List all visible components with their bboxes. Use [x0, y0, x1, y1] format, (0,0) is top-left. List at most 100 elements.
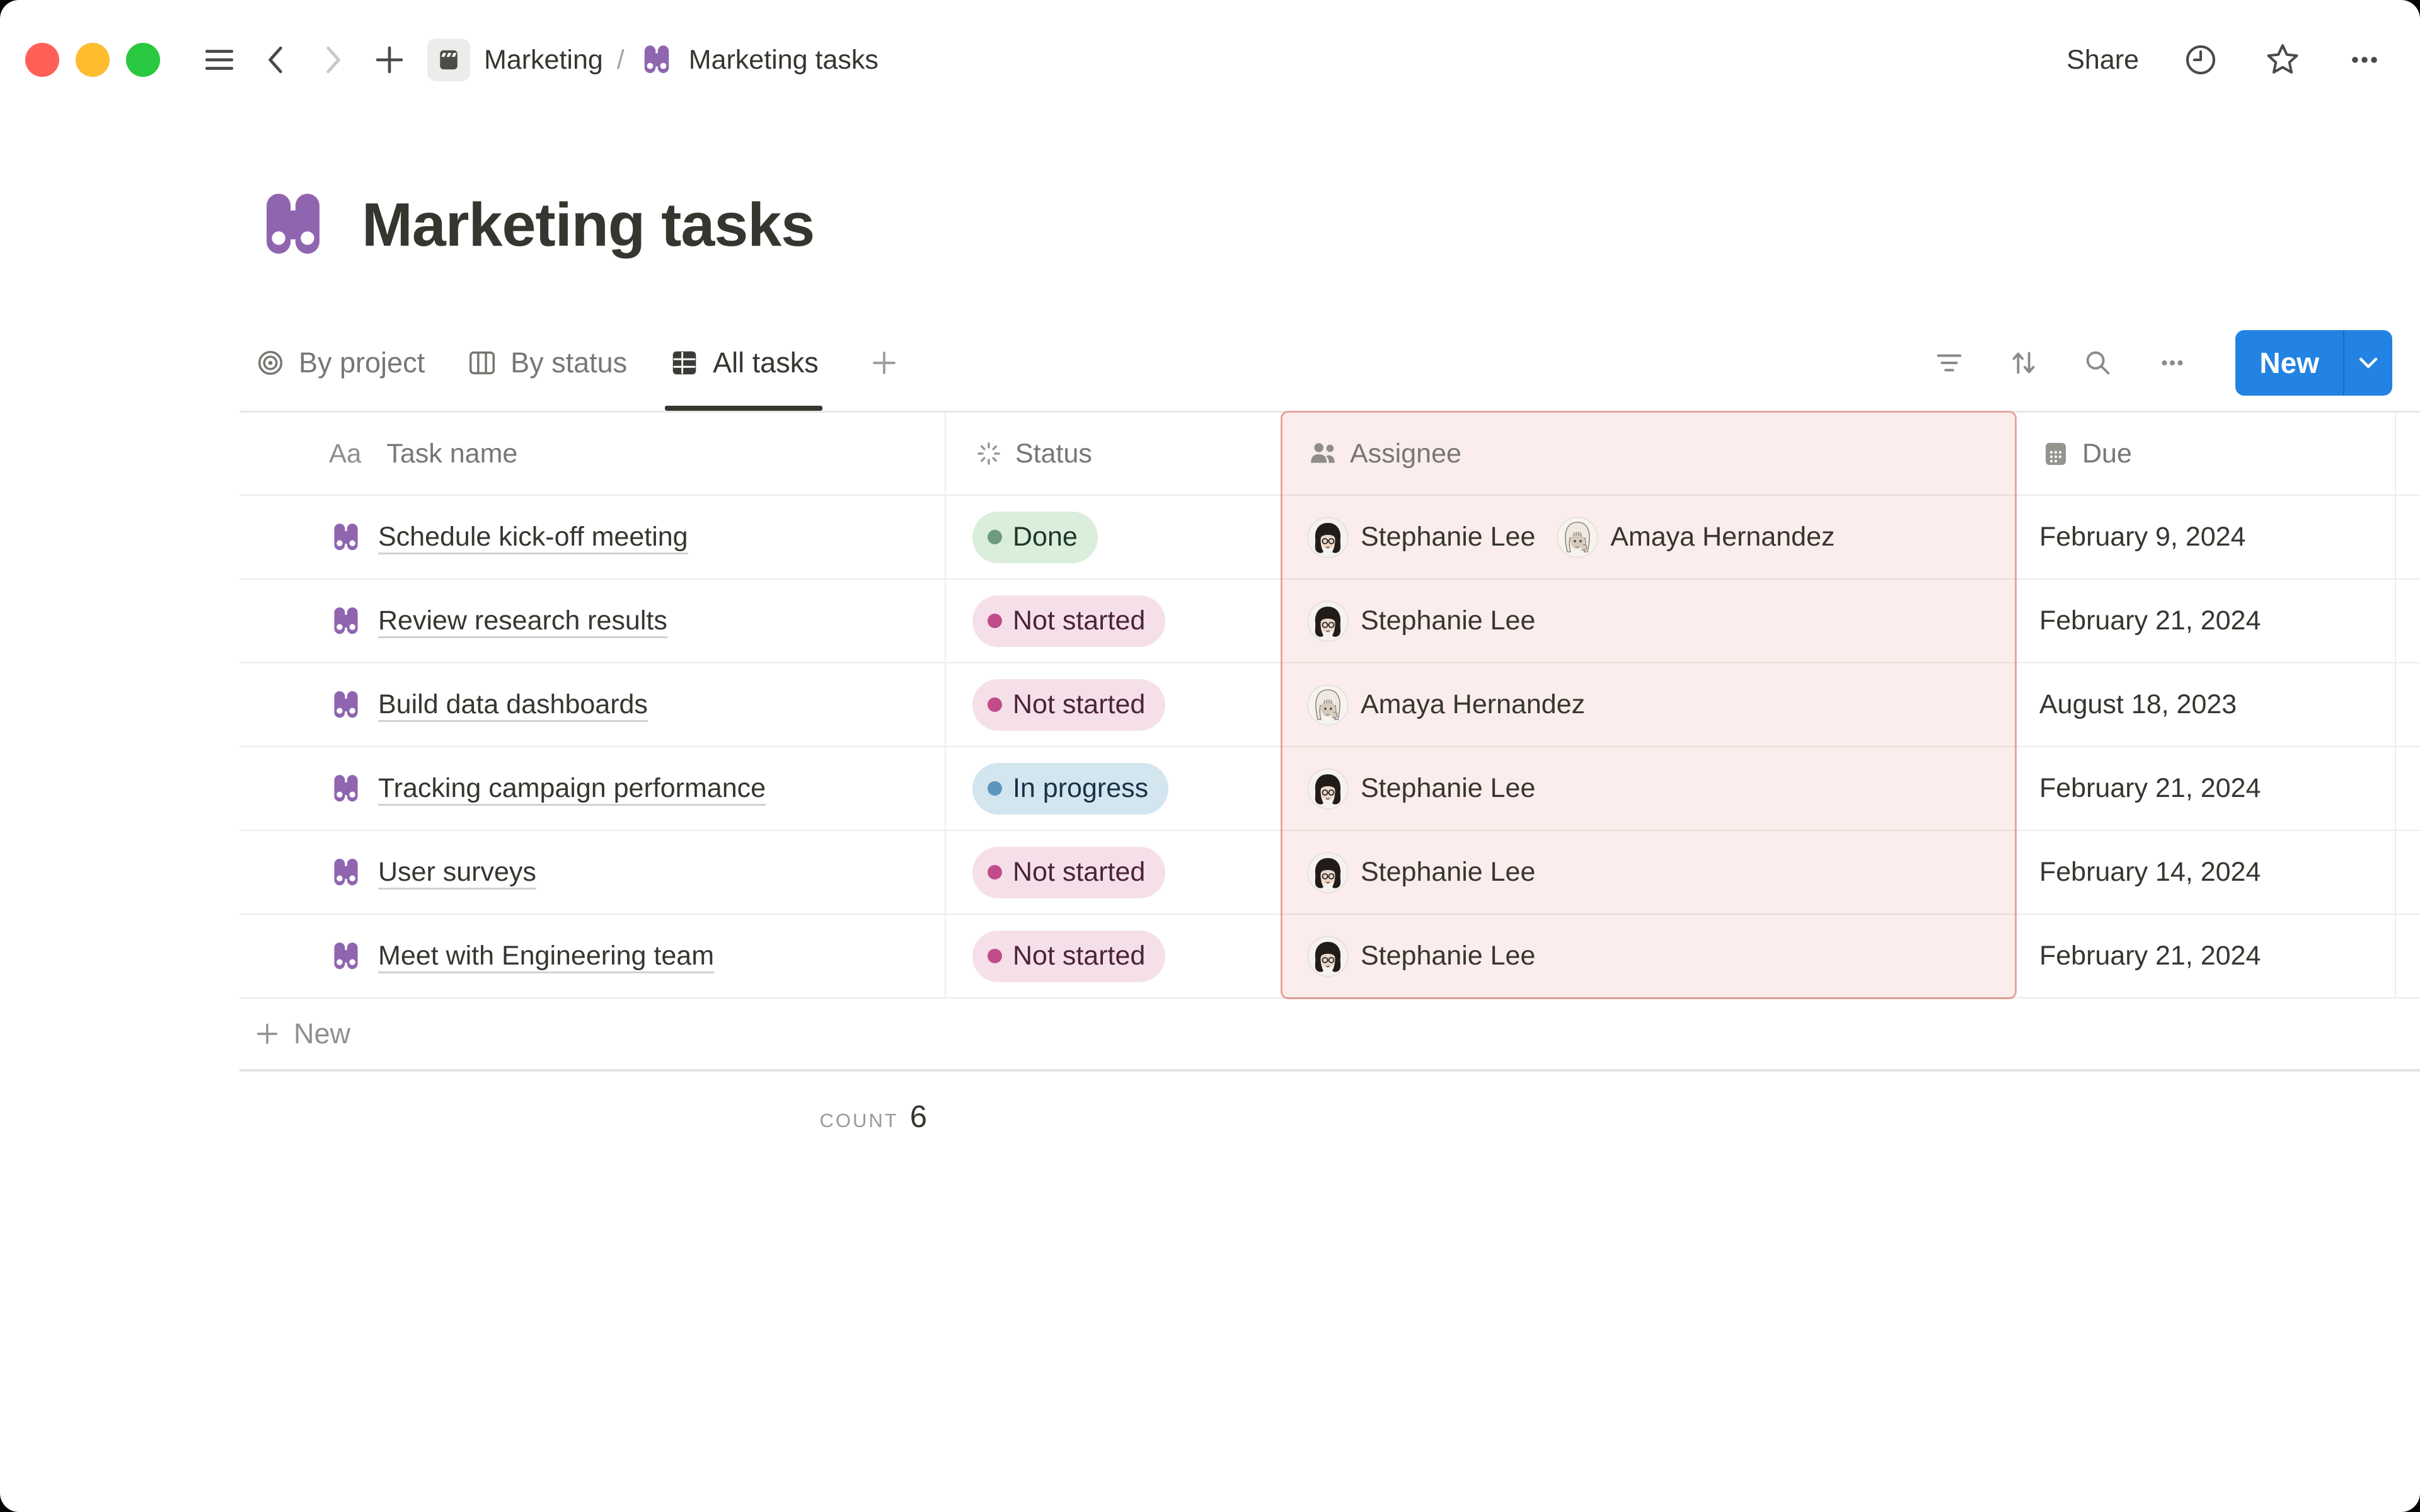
status-pill: Not started: [972, 847, 1165, 898]
column-header-due[interactable]: Due: [2017, 437, 2395, 470]
avatar-amaya-hernandez: [1307, 684, 1349, 726]
plus-icon: [253, 1020, 281, 1048]
people-icon: [1307, 437, 1340, 470]
count-aggregate[interactable]: COUNT 6: [239, 1072, 945, 1135]
column-header-status[interactable]: Status: [945, 437, 1281, 470]
avatar-stephanie-lee: [1307, 768, 1349, 810]
column-header-assignee[interactable]: Assignee: [1281, 437, 2017, 470]
new-page-icon[interactable]: [369, 40, 410, 80]
binoculars-icon: [638, 42, 675, 78]
due-cell[interactable]: August 18, 2023: [2017, 689, 2395, 720]
status-cell[interactable]: In progress: [945, 763, 1281, 815]
table-row: User surveys Not started Stephanie Lee F…: [239, 830, 2420, 914]
assignee-chip: Stephanie Lee: [1307, 768, 1535, 810]
task-name-cell[interactable]: Schedule kick-off meeting: [239, 520, 945, 554]
minimize-button[interactable]: [76, 43, 110, 77]
page-icon-binoculars[interactable]: [255, 186, 331, 263]
forward-icon[interactable]: [313, 40, 353, 80]
new-button[interactable]: New: [2235, 330, 2392, 396]
due-cell[interactable]: February 9, 2024: [2017, 522, 2395, 553]
task-name-cell[interactable]: Review research results: [239, 604, 945, 638]
target-icon: [255, 347, 286, 379]
status-pill: Not started: [972, 595, 1165, 647]
status-cell[interactable]: Not started: [945, 847, 1281, 898]
task-link[interactable]: Schedule kick-off meeting: [378, 522, 688, 553]
filter-icon[interactable]: [1929, 343, 1969, 383]
due-cell[interactable]: February 14, 2024: [2017, 857, 2395, 888]
share-button[interactable]: Share: [2066, 45, 2139, 76]
close-button[interactable]: [25, 43, 59, 77]
sort-icon[interactable]: [2003, 343, 2044, 383]
count-label: COUNT: [820, 1109, 899, 1132]
notion-window: Marketing / Marketing tasks Share Market…: [0, 0, 2420, 1512]
text-property-icon: Aa: [329, 438, 361, 469]
more-options-icon[interactable]: [2344, 40, 2385, 80]
search-icon[interactable]: [2078, 343, 2118, 383]
assignee-chip: Stephanie Lee: [1307, 600, 1535, 642]
tab-by-project[interactable]: By project: [255, 315, 425, 411]
back-icon[interactable]: [256, 40, 296, 80]
assignee-cell[interactable]: Stephanie Lee Amaya Hernandez: [1281, 517, 2017, 558]
history-clock-icon[interactable]: [2181, 40, 2221, 80]
due-cell[interactable]: February 21, 2024: [2017, 605, 2395, 636]
table-grid-icon: [669, 347, 700, 379]
assignee-cell[interactable]: Amaya Hernandez: [1281, 684, 2017, 726]
column-header-task-name[interactable]: Aa Task name: [239, 438, 945, 469]
task-name-cell[interactable]: Tracking campaign performance: [239, 772, 945, 806]
table-header-row: Aa Task name Status Assignee Due: [239, 413, 2420, 495]
tab-label: All tasks: [713, 346, 819, 379]
status-cell[interactable]: Not started: [945, 931, 1281, 982]
assignee-chip: Stephanie Lee: [1307, 936, 1535, 977]
tasks-table: Aa Task name Status Assignee Due: [239, 413, 2420, 1135]
task-link[interactable]: Review research results: [378, 605, 667, 636]
new-button-chevron-down-icon[interactable]: [2344, 330, 2392, 396]
task-link[interactable]: User surveys: [378, 857, 536, 888]
status-burst-icon: [972, 437, 1005, 470]
tab-by-status[interactable]: By status: [466, 315, 627, 411]
status-pill: Not started: [972, 679, 1165, 731]
status-cell[interactable]: Not started: [945, 679, 1281, 731]
breadcrumb-current[interactable]: Marketing tasks: [689, 45, 879, 76]
task-name-cell[interactable]: User surveys: [239, 856, 945, 890]
window-titlebar: Marketing / Marketing tasks Share: [0, 0, 2420, 120]
add-row-button[interactable]: New: [239, 997, 2420, 1072]
add-view-icon[interactable]: [864, 343, 904, 383]
binoculars-icon: [329, 688, 363, 722]
status-cell[interactable]: Done: [945, 512, 1281, 563]
status-pill: In progress: [972, 763, 1168, 815]
favorite-star-icon[interactable]: [2262, 40, 2303, 80]
marketing-page-icon[interactable]: [427, 38, 470, 81]
task-link[interactable]: Build data dashboards: [378, 689, 648, 720]
avatar-stephanie-lee: [1307, 517, 1349, 558]
task-name-cell[interactable]: Build data dashboards: [239, 688, 945, 722]
assignee-cell[interactable]: Stephanie Lee: [1281, 600, 2017, 642]
zoom-button[interactable]: [126, 43, 160, 77]
task-link[interactable]: Meet with Engineering team: [378, 941, 714, 971]
traffic-lights: [25, 43, 160, 77]
status-pill: Done: [972, 512, 1098, 563]
assignee-cell[interactable]: Stephanie Lee: [1281, 936, 2017, 977]
page-title[interactable]: Marketing tasks: [362, 190, 814, 260]
due-cell[interactable]: February 21, 2024: [2017, 773, 2395, 804]
view-options-icon[interactable]: [2152, 343, 2192, 383]
assignee-cell[interactable]: Stephanie Lee: [1281, 768, 2017, 810]
avatar-stephanie-lee: [1307, 852, 1349, 893]
binoculars-icon: [329, 604, 363, 638]
task-link[interactable]: Tracking campaign performance: [378, 773, 766, 804]
due-cell[interactable]: February 21, 2024: [2017, 941, 2395, 971]
tab-all-tasks[interactable]: All tasks: [669, 315, 819, 411]
binoculars-icon: [329, 520, 363, 554]
new-button-label: New: [2235, 330, 2343, 396]
status-cell[interactable]: Not started: [945, 595, 1281, 647]
breadcrumb-parent[interactable]: Marketing: [484, 45, 603, 76]
avatar-stephanie-lee: [1307, 936, 1349, 977]
count-value: 6: [910, 1099, 927, 1135]
sidebar-menu-icon[interactable]: [199, 40, 239, 80]
binoculars-icon: [329, 939, 363, 973]
assignee-cell[interactable]: Stephanie Lee: [1281, 852, 2017, 893]
table-row: Tracking campaign performance In progres…: [239, 746, 2420, 830]
task-name-cell[interactable]: Meet with Engineering team: [239, 939, 945, 973]
binoculars-icon: [329, 772, 363, 806]
table-row: Meet with Engineering team Not started S…: [239, 914, 2420, 997]
assignee-chip: Amaya Hernandez: [1557, 517, 1835, 558]
